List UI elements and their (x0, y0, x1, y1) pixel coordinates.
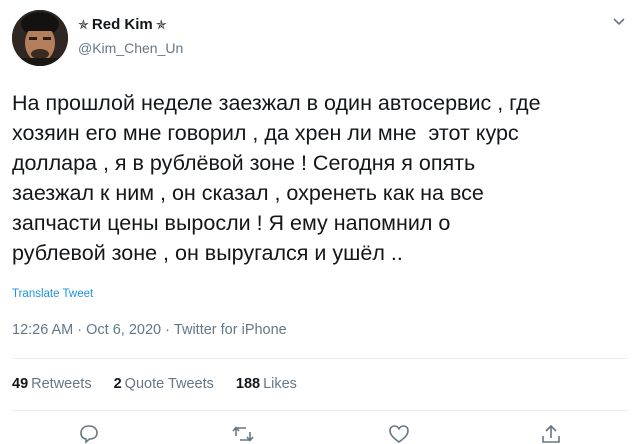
action-bar (0, 424, 640, 444)
display-name-text: Red Kim (91, 16, 153, 33)
retweets-count: 49 (12, 376, 29, 392)
tweet-time[interactable]: 12:26 AM (12, 322, 73, 338)
chevron-down-icon[interactable] (612, 14, 626, 28)
likes-count: 188 (235, 376, 261, 392)
likes-label: Likes (263, 376, 297, 392)
meta-separator: · (77, 322, 83, 338)
tweet-meta: 12:26 AM · Oct 6, 2020 · Twitter for iPhone (12, 322, 287, 338)
display-name[interactable]: ✯ Red Kim ✯ (78, 16, 167, 33)
avatar[interactable] (12, 10, 68, 66)
retweets-label: Retweets (31, 376, 92, 392)
quotes-label: Quote Tweets (124, 376, 214, 392)
quote-tweets-stat[interactable]: 2 Quote Tweets (114, 376, 214, 392)
star-icon-right: ✯ (155, 16, 167, 32)
reply-icon[interactable] (78, 424, 100, 444)
avatar-image (12, 10, 68, 66)
translate-tweet-link[interactable]: Translate Tweet (12, 288, 93, 300)
retweets-stat[interactable]: 49 Retweets (12, 376, 92, 392)
divider (12, 410, 628, 411)
tweet-text: На прошлой неделе заезжал в один автосер… (12, 91, 541, 265)
heart-icon[interactable] (388, 424, 410, 444)
tweet-stats: 49 Retweets 2 Quote Tweets 188 Likes (12, 376, 297, 392)
retweet-icon[interactable] (232, 424, 254, 444)
user-handle[interactable]: @Kim_Chen_Un (78, 40, 183, 56)
star-icon-left: ✯ (78, 16, 89, 32)
likes-stat[interactable]: 188 Likes (236, 376, 297, 392)
tweet-source[interactable]: Twitter for iPhone (174, 322, 287, 338)
quotes-count: 2 (113, 376, 122, 392)
share-icon[interactable] (540, 424, 562, 444)
meta-separator: · (165, 322, 170, 338)
divider (12, 358, 628, 359)
tweet-date[interactable]: Oct 6, 2020 (86, 322, 161, 338)
